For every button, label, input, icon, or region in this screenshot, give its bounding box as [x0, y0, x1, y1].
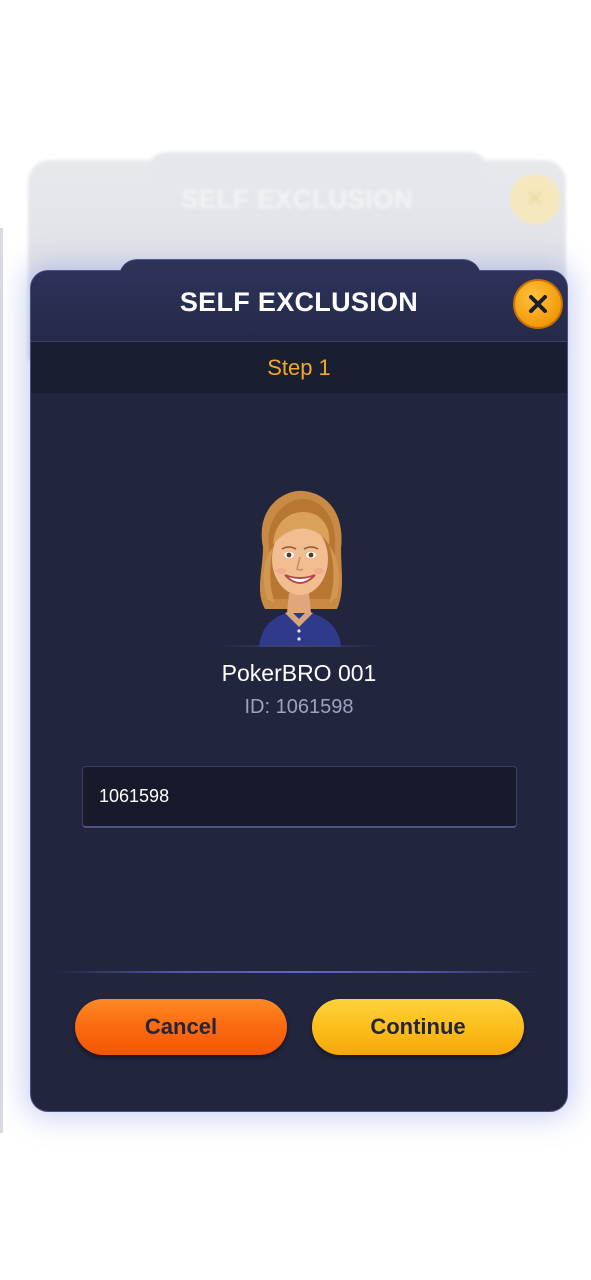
- close-icon: ✕: [510, 174, 560, 224]
- background-modal-title: SELF EXCLUSION: [180, 184, 414, 214]
- background-modal-tab: [148, 152, 488, 182]
- close-button[interactable]: [513, 279, 563, 329]
- close-icon: [529, 295, 547, 313]
- avatar-base-line: [216, 645, 382, 647]
- dialog-header: SELF EXCLUSION: [31, 271, 567, 341]
- divider: [55, 971, 543, 973]
- underlying-panel-edge: [0, 228, 3, 1133]
- cancel-button[interactable]: Cancel: [75, 999, 287, 1055]
- screen: SELF EXCLUSION ✕ SELF EXCLUSION Step 1 P…: [0, 0, 591, 1280]
- user-name: PokerBRO 001: [221, 660, 377, 686]
- continue-button[interactable]: Continue: [312, 999, 524, 1055]
- id-confirmation-input[interactable]: [82, 766, 517, 828]
- dialog-title: SELF EXCLUSION: [179, 287, 419, 317]
- step-indicator-bar: Step 1: [31, 341, 567, 393]
- step-label: Step 1: [267, 355, 331, 380]
- self-exclusion-dialog: SELF EXCLUSION Step 1 PokerBRO 001 ID: 1…: [30, 259, 568, 1112]
- avatar: [259, 490, 342, 647]
- user-id: ID: 1061598: [244, 696, 354, 718]
